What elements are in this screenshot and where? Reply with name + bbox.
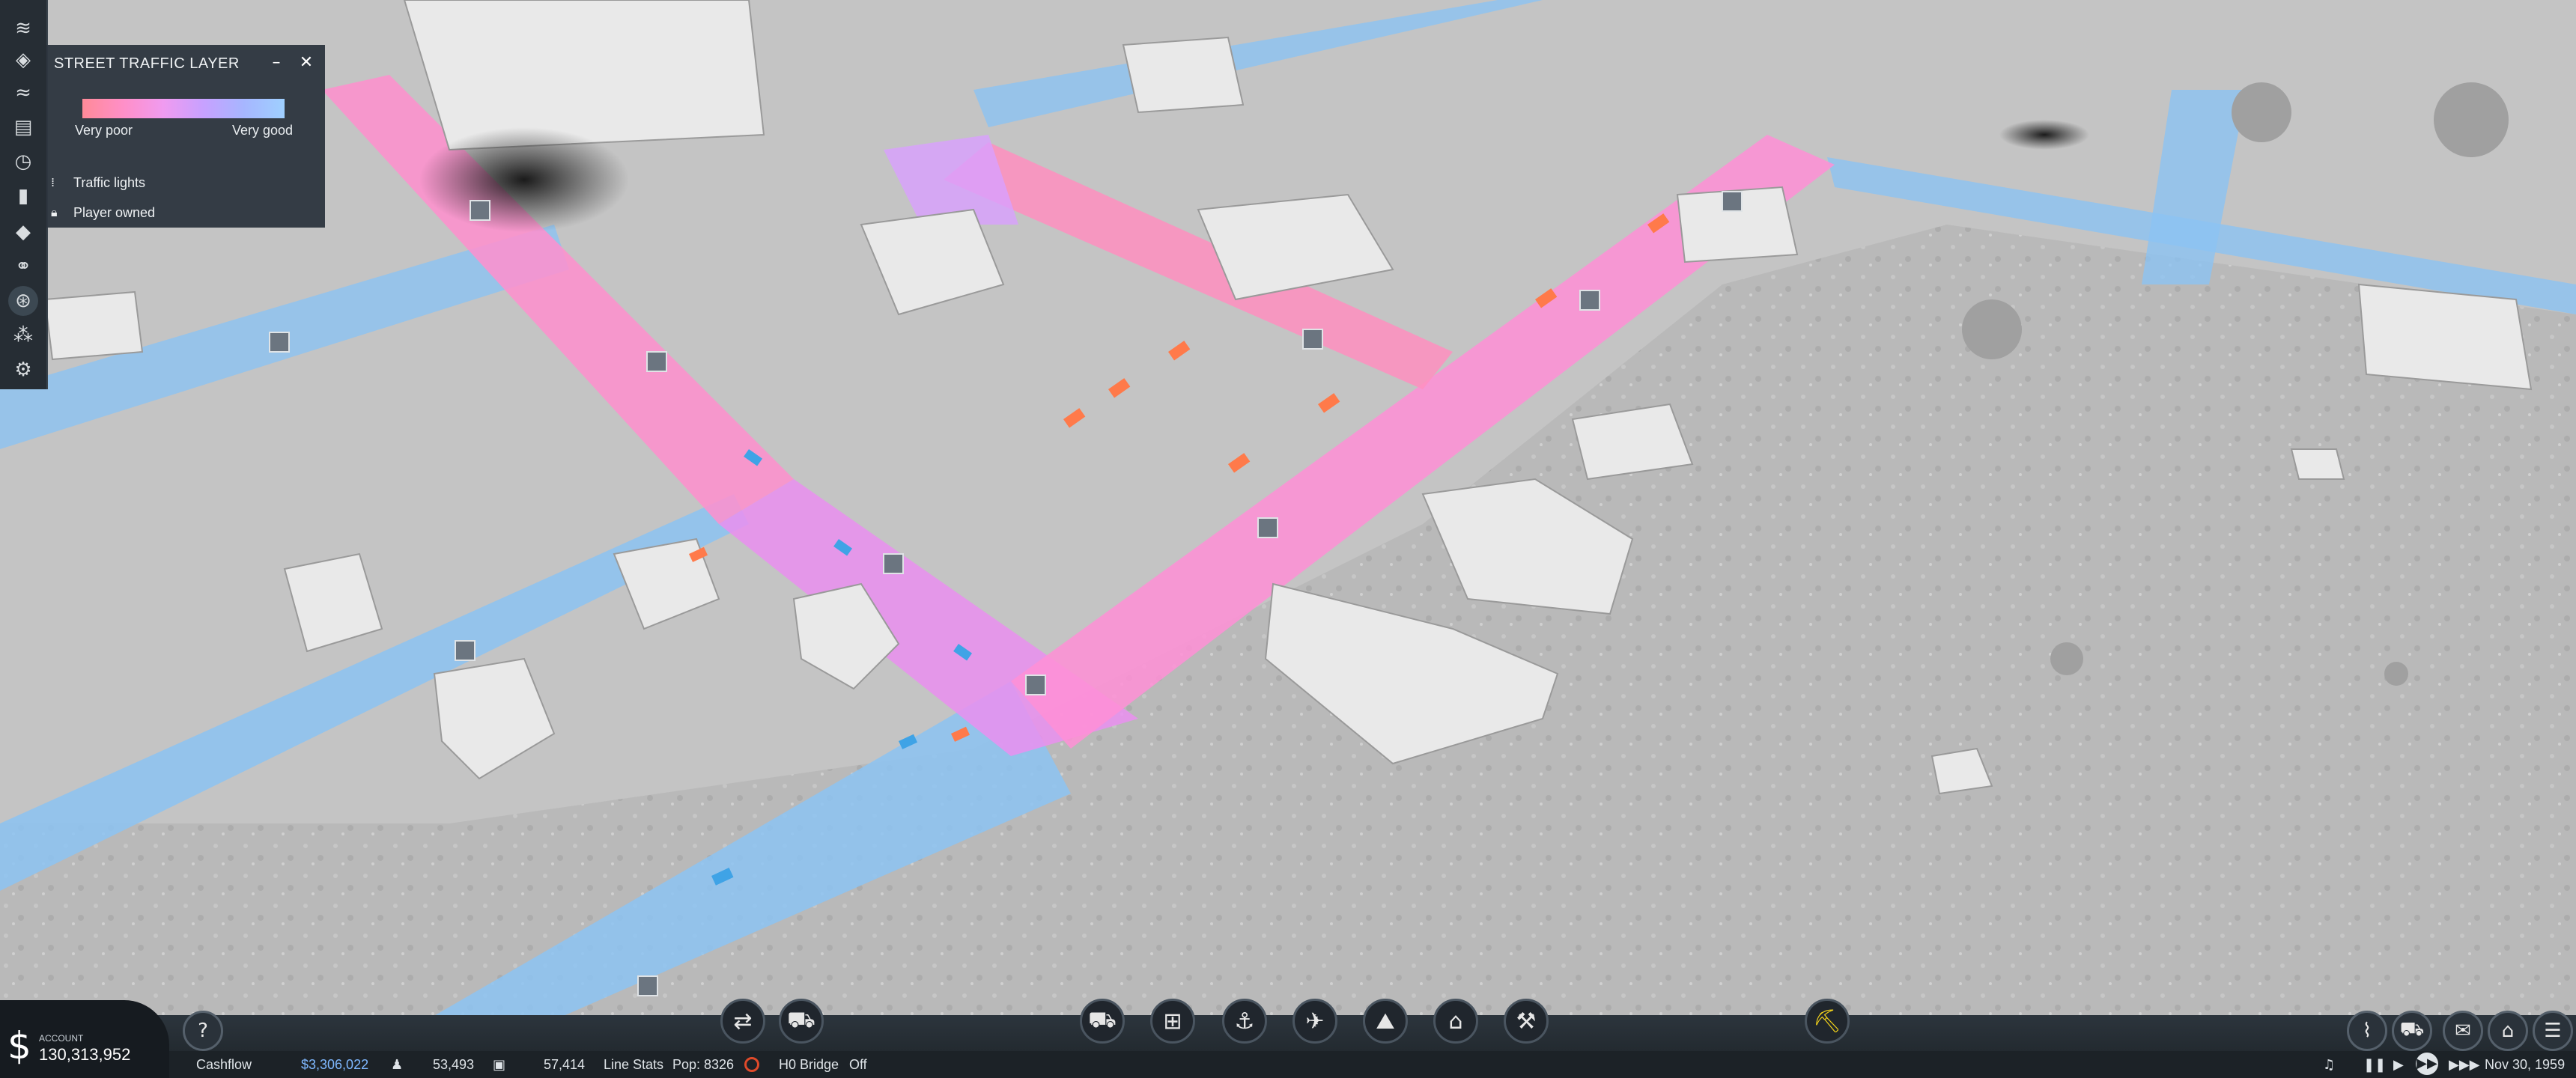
legend-low-label: Very poor: [75, 123, 133, 138]
truck-station-icon[interactable]: ⛟: [1080, 999, 1125, 1044]
game-world-view[interactable]: [0, 0, 2576, 1078]
faster-icon[interactable]: ▶▶▶: [2449, 1057, 2480, 1073]
water-icon[interactable]: ≈: [4, 78, 42, 108]
player-owned-label: Player owned: [73, 205, 156, 220]
bus-depot-icon[interactable]: ⛟: [779, 999, 824, 1044]
traffic-layer-icon[interactable]: ⊛: [8, 286, 38, 316]
panel-title: STREET TRAFFIC LAYER: [54, 55, 240, 72]
vehicle-list-icon[interactable]: ⛟: [2392, 1011, 2432, 1051]
population-value: Pop: 8326: [672, 1057, 735, 1072]
bulldozer-icon[interactable]: ⛏: [1805, 999, 1850, 1044]
shuffle-icon[interactable]: ⇄: [720, 999, 765, 1044]
train-station-icon[interactable]: ⊞: [1150, 999, 1195, 1044]
airport-icon[interactable]: ✈: [1292, 999, 1337, 1044]
town-building-icon[interactable]: ⌂: [1433, 999, 1478, 1044]
pause-icon[interactable]: ❚❚: [2363, 1057, 2386, 1073]
status-bar: Cashflow $3,306,022 ♟ 53,493 ▣ 57,414 Li…: [0, 1051, 2576, 1078]
minimize-icon[interactable]: –: [265, 51, 288, 73]
cargo-value: 57,414: [544, 1057, 586, 1072]
layers-icon[interactable]: ≋: [4, 13, 42, 43]
traffic-light-icon: ⁞: [51, 175, 55, 189]
dollar-icon: $: [7, 1024, 31, 1068]
help-button[interactable]: ?: [183, 1011, 223, 1051]
settings-icon[interactable]: ⚙: [4, 355, 42, 385]
terrain-icon[interactable]: ◈: [4, 45, 42, 75]
newspaper-icon[interactable]: ▤: [4, 112, 42, 142]
terraform-icon[interactable]: ⛰: [1363, 999, 1408, 1044]
graph-icon[interactable]: ⌇: [2347, 1011, 2387, 1051]
help-label: ?: [198, 1020, 208, 1042]
stats-icon[interactable]: ▮: [4, 181, 42, 211]
street-traffic-layer-panel: STREET TRAFFIC LAYER – ✕ Very poor Very …: [46, 45, 325, 228]
line-stats-button[interactable]: Line Stats: [604, 1057, 663, 1073]
smoke-plume: [419, 127, 629, 232]
music-icon[interactable]: ♫: [2323, 1057, 2335, 1073]
bridge-status-icon: [744, 1057, 759, 1072]
city-list-icon[interactable]: ⌂: [2488, 1011, 2528, 1051]
traffic-lights-label: Traffic lights: [73, 175, 146, 190]
account-label: ACCOUNT: [39, 1033, 84, 1044]
cube-icon[interactable]: ◆: [4, 217, 42, 247]
lock-icon: 🔒︎: [51, 205, 58, 219]
left-toolbar: ≋ ◈ ≈ ▤ ◷ ▮ ◆ ⚭ ⊛ ⁂ ⚙: [0, 0, 48, 389]
bridge-state: Off: [849, 1057, 867, 1072]
account-panel[interactable]: $ ACCOUNT 130,313,952: [0, 1000, 169, 1078]
signal-icon[interactable]: ⁂: [4, 320, 42, 350]
cargo-icon: ▣: [493, 1057, 506, 1073]
close-icon[interactable]: ✕: [295, 51, 318, 73]
people-value: 53,493: [433, 1057, 475, 1072]
game-date: Nov 30, 1959: [2485, 1057, 2566, 1072]
menu-icon[interactable]: ☰: [2533, 1011, 2573, 1051]
industry-icon[interactable]: ⚒: [1504, 999, 1549, 1044]
traffic-legend-gradient: [82, 99, 285, 118]
traffic-lights-row[interactable]: ⁞ Traffic lights: [46, 172, 325, 195]
cashflow-value: $3,306,022: [301, 1057, 369, 1072]
legend-high-label: Very good: [232, 123, 294, 138]
account-value: 130,313,952: [39, 1045, 131, 1064]
play-icon[interactable]: ▶: [2393, 1057, 2404, 1073]
network-icon[interactable]: ⚭: [4, 252, 42, 281]
clock-icon[interactable]: ◷: [4, 147, 42, 177]
message-icon[interactable]: ✉: [2443, 1011, 2483, 1051]
player-owned-row[interactable]: 🔒︎ Player owned: [46, 202, 325, 225]
bridge-label[interactable]: H0 Bridge: [779, 1057, 839, 1073]
bottom-tool-strip: [0, 1015, 2576, 1051]
fast-forward-icon[interactable]: ▶▶: [2416, 1053, 2438, 1075]
people-icon: ♟: [391, 1057, 404, 1073]
harbor-icon[interactable]: ⚓: [1222, 999, 1267, 1044]
cashflow-label[interactable]: Cashflow: [196, 1057, 252, 1073]
